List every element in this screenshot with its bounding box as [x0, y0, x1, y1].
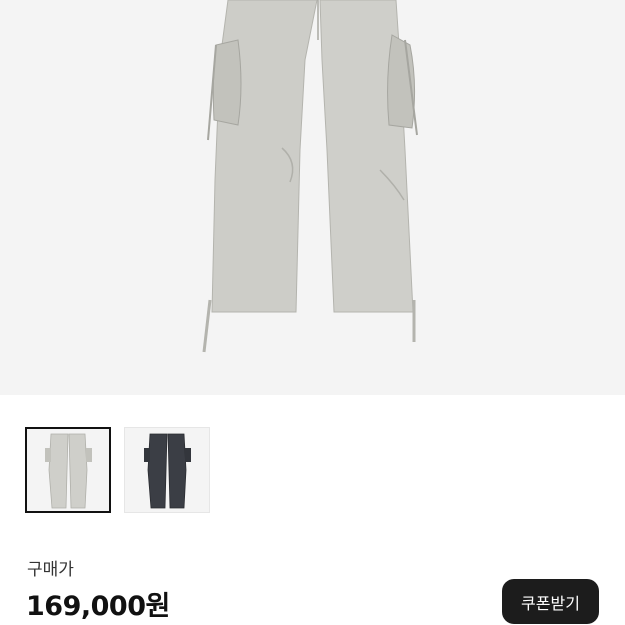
thumbnail-light-gray[interactable] [25, 427, 111, 513]
thumbnail-charcoal[interactable] [124, 427, 210, 513]
charcoal-cargo-pants-thumbnail-icon [144, 433, 191, 509]
product-image [0, 0, 625, 395]
thumbnail-list [25, 427, 210, 513]
price-label: 구매가 [27, 560, 74, 580]
cargo-pants-illustration [202, 0, 418, 353]
coupon-button[interactable]: 쿠폰받기 [502, 579, 599, 624]
light-gray-cargo-pants-thumbnail-icon [45, 433, 92, 509]
price-value: 169,000원 [26, 591, 170, 622]
